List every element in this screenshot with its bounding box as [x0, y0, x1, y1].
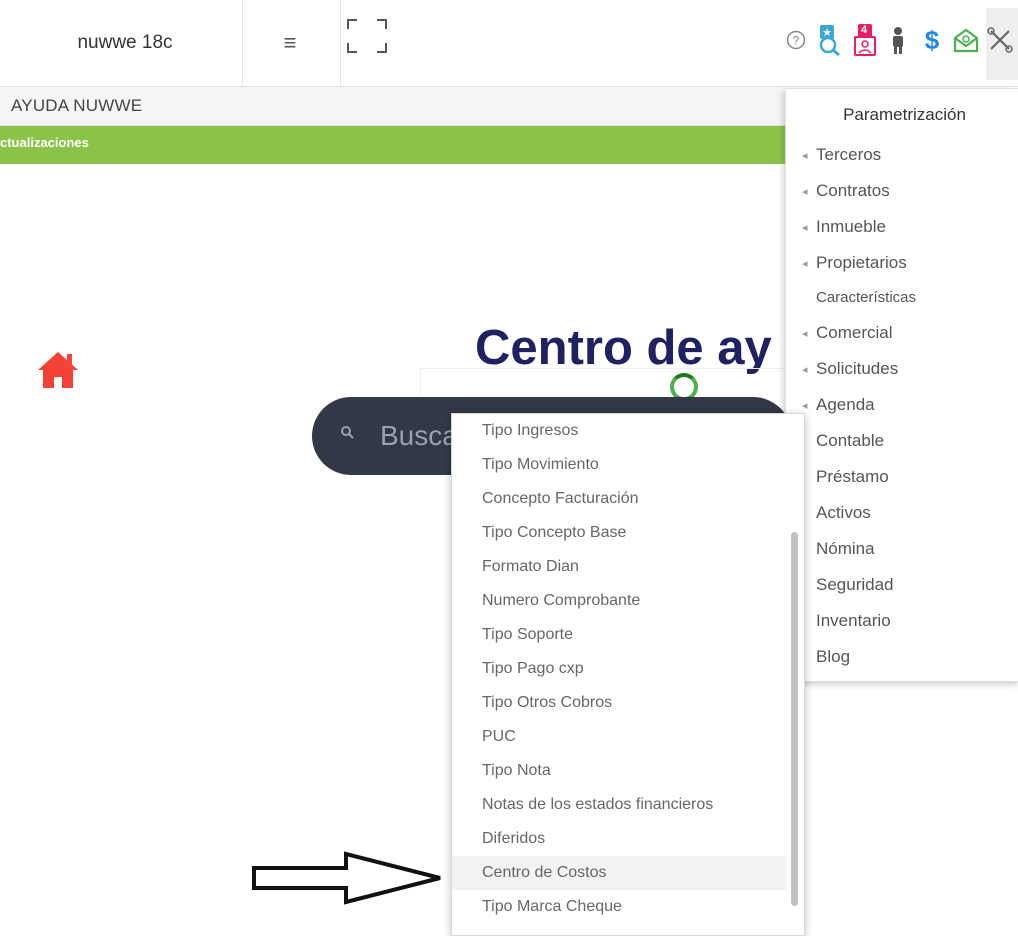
submenu-item-numero-comprobante[interactable]: Numero Comprobante: [452, 584, 786, 618]
navbar-divider: [242, 0, 243, 86]
caret-left-icon: ◂: [802, 399, 808, 412]
submenu-item-tipo-movimiento[interactable]: Tipo Movimiento: [452, 448, 786, 482]
caret-left-icon: ◂: [802, 149, 808, 162]
dollar-icon[interactable]: $: [918, 22, 946, 58]
menu-item-agenda[interactable]: ◂ Agenda: [802, 395, 875, 415]
updates-tab-label[interactable]: ctualizaciones: [0, 135, 89, 150]
menu-item-seguridad[interactable]: |Seguridad: [802, 575, 894, 595]
submenu-scrollbar[interactable]: [791, 532, 798, 906]
submenu-item-formato-dian[interactable]: Formato Dian: [452, 550, 786, 584]
menu-item-inventario[interactable]: |Inventario: [802, 611, 891, 631]
help-icon[interactable]: ?: [782, 22, 810, 58]
navbar-icons: ? ★ 4 $: [782, 10, 1018, 70]
help-section-title: AYUDA NUWWE: [11, 96, 143, 115]
menu-item-inmueble[interactable]: ◂ Inmueble: [802, 217, 886, 237]
submenu-item-diferidos[interactable]: Diferidos: [452, 822, 786, 856]
caret-left-icon: ◂: [802, 221, 808, 234]
menu-item-label: Agenda: [816, 395, 875, 414]
submenu-item-concepto-facturacion[interactable]: Concepto Facturación: [452, 482, 786, 516]
menu-item-label: Propietarios: [816, 253, 907, 272]
menu-item-propietarios[interactable]: ◂ Propietarios: [802, 253, 907, 273]
menu-item-contable[interactable]: |Contable: [802, 431, 884, 451]
submenu-item-tipo-concepto-base[interactable]: Tipo Concepto Base: [452, 516, 786, 550]
menu-item-label: Contratos: [816, 181, 890, 200]
submenu-item-tipo-otros-cobros[interactable]: Tipo Otros Cobros: [452, 686, 786, 720]
mail-icon[interactable]: [952, 22, 980, 58]
menu-item-label: Préstamo: [816, 467, 889, 486]
menu-item-label: Seguridad: [816, 575, 894, 594]
pointer-arrow-icon: [250, 850, 446, 906]
updates-tab-bar[interactable]: ctualizaciones: [0, 126, 790, 164]
menu-item-activos[interactable]: |Activos: [802, 503, 871, 523]
caret-left-icon: ◂: [802, 327, 808, 340]
person-icon[interactable]: [884, 22, 912, 58]
search-icon: [340, 425, 360, 445]
navbar-divider: [340, 0, 341, 86]
submenu-item-puc[interactable]: PUC: [452, 720, 786, 754]
menu-item-nomina[interactable]: |Nómina: [802, 539, 875, 559]
menu-item-solicitudes[interactable]: ◂ Solicitudes: [802, 359, 898, 379]
menu-item-label: Contable: [816, 431, 885, 450]
svg-text:?: ?: [793, 34, 800, 48]
menu-item-label: Activos: [816, 503, 871, 522]
menu-item-label: Nómina: [816, 539, 875, 558]
submenu-item-tipo-marca-cheque[interactable]: Tipo Marca Cheque: [452, 890, 786, 924]
menu-item-label: Terceros: [816, 145, 882, 164]
menu-item-prestamo[interactable]: |Préstamo: [802, 467, 889, 487]
menu-item-blog[interactable]: |Blog: [802, 647, 850, 667]
contacts-icon[interactable]: 4: [850, 22, 878, 58]
submenu-item-tipo-nota[interactable]: Tipo Nota: [452, 754, 786, 788]
submenu-item-tipo-pago-cxp[interactable]: Tipo Pago cxp: [452, 652, 786, 686]
menu-item-label: Solicitudes: [816, 359, 899, 378]
contacts-badge: 4: [860, 24, 868, 36]
submenu-item-centro-de-costos[interactable]: Centro de Costos: [452, 856, 786, 890]
submenu-item-tipo-soporte[interactable]: Tipo Soporte: [452, 618, 786, 652]
help-section-bar: AYUDA NUWWE: [0, 87, 790, 126]
menu-item-caracteristicas[interactable]: Características: [816, 289, 916, 306]
top-navbar: nuwwe 18c ≡ ? ★ 4 $: [0, 0, 1018, 87]
menu-item-label: Comercial: [816, 323, 893, 342]
hamburger-menu-icon[interactable]: ≡: [272, 28, 308, 58]
caret-left-icon: ◂: [802, 185, 808, 198]
menu-item-terceros[interactable]: ◂ Terceros: [802, 145, 881, 165]
menu-item-contratos[interactable]: ◂ Contratos: [802, 181, 890, 201]
submenu-item-tipo-ingresos[interactable]: Tipo Ingresos: [452, 414, 786, 448]
caret-left-icon: ◂: [802, 363, 808, 376]
search-star-icon[interactable]: ★: [816, 22, 844, 58]
menu-item-label: Blog: [816, 647, 851, 666]
menu-item-comercial[interactable]: ◂ Comercial: [802, 323, 893, 343]
parametrizacion-title: Parametrización: [843, 105, 966, 124]
contable-submenu: Tipo Ingresos Tipo Movimiento Concepto F…: [451, 413, 805, 936]
menu-item-label: Inventario: [816, 611, 891, 630]
tools-icon[interactable]: [986, 22, 1014, 58]
menu-item-label: Características: [816, 289, 917, 306]
home-icon[interactable]: [36, 348, 80, 392]
brand-name[interactable]: nuwwe 18c: [8, 0, 242, 86]
submenu-item-notas-estados-financieros[interactable]: Notas de los estados financieros: [452, 788, 786, 822]
menu-item-label: Inmueble: [816, 217, 886, 236]
fullscreen-icon[interactable]: [345, 17, 389, 55]
parametrizacion-menu: Parametrización ◂ Terceros ◂ Contratos ◂ In…: [785, 88, 1018, 682]
caret-left-icon: ◂: [802, 257, 808, 270]
